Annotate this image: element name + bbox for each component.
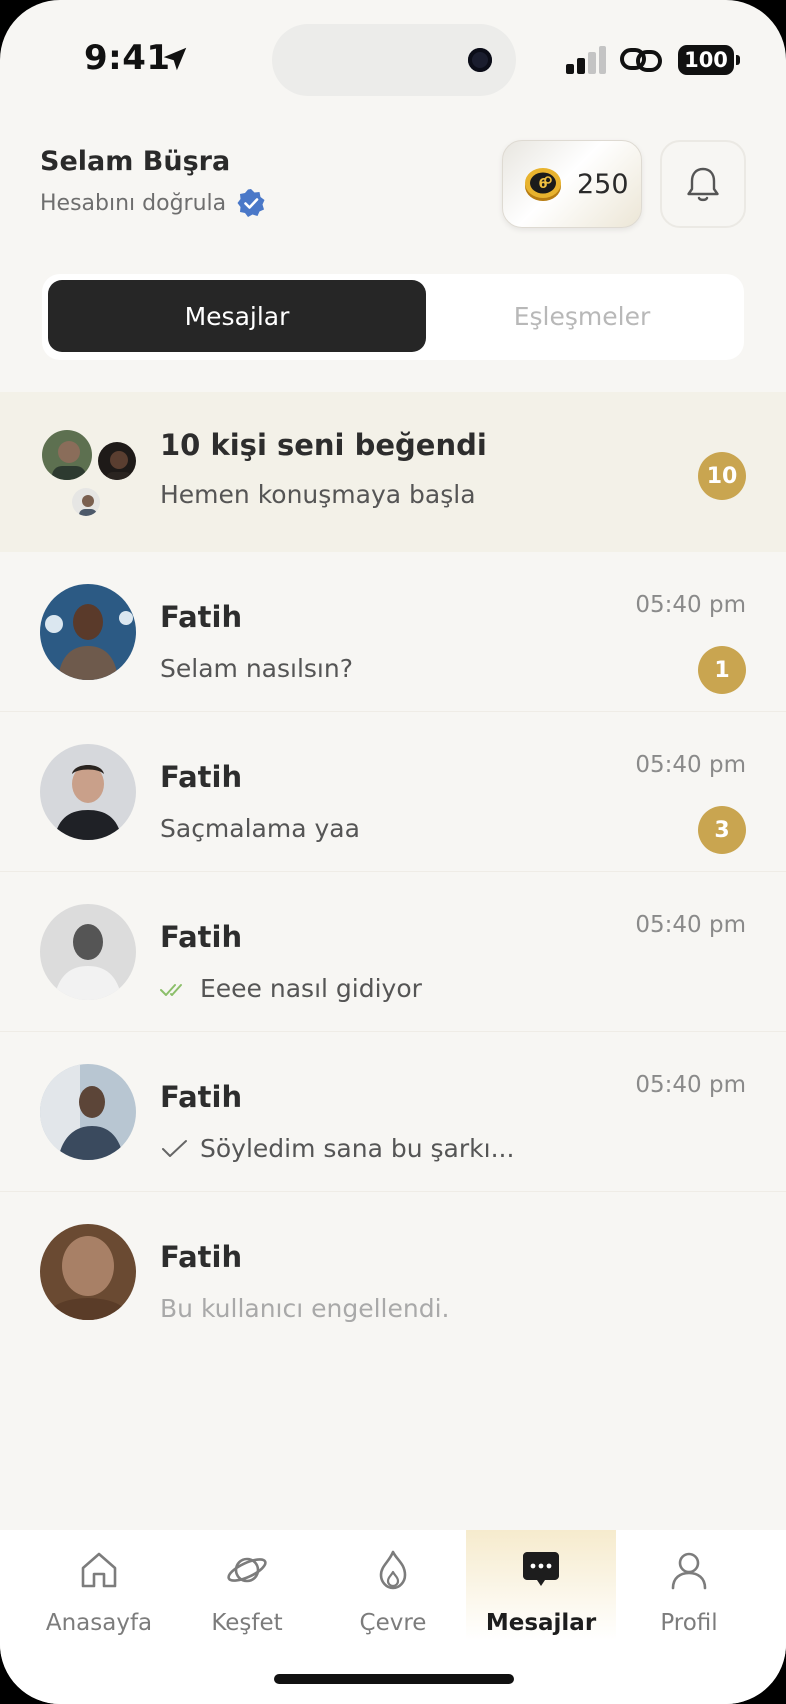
last-message: Eeee nasıl gidiyor: [200, 974, 422, 1003]
conversation-row[interactable]: Fatih Selam nasılsın? 05:40 pm 1: [0, 552, 786, 712]
last-message: Selam nasılsın?: [160, 654, 353, 683]
avatar: [96, 440, 138, 482]
likes-title: 10 kişi seni beğendi: [160, 428, 487, 462]
message-time: 05:40 pm: [635, 1072, 746, 1098]
link-icon: [620, 48, 662, 72]
dynamic-island: [272, 24, 516, 96]
coin-count: 250: [577, 168, 629, 200]
likes-subtitle: Hemen konuşmaya başla: [160, 480, 476, 509]
conversation-row[interactable]: Fatih Saçmalama yaa 05:40 pm 3: [0, 712, 786, 872]
chat-bubble-icon: [523, 1552, 559, 1586]
last-message: Söyledim sana bu şarkı...: [200, 1134, 515, 1163]
user-icon: [671, 1552, 707, 1590]
notifications-button[interactable]: [660, 140, 746, 228]
message-time: 05:40 pm: [635, 912, 746, 938]
unread-badge: 1: [698, 646, 746, 694]
message-time: 05:40 pm: [635, 592, 746, 618]
avatar: [40, 428, 94, 482]
coin-balance-button[interactable]: 6 250: [502, 140, 642, 228]
liker-avatar-stack: [40, 428, 140, 518]
avatar: [70, 486, 102, 518]
flame-icon: [379, 1550, 407, 1590]
tab-messages[interactable]: Mesajlar: [48, 280, 426, 352]
nav-profile[interactable]: Profil: [614, 1530, 764, 1660]
nav-explore[interactable]: Keşfet: [172, 1530, 322, 1660]
camera-icon: [468, 48, 492, 72]
last-message: Saçmalama yaa: [160, 814, 360, 843]
segmented-tabs: Mesajlar Eşleşmeler: [42, 274, 744, 360]
check-icon: [162, 1139, 187, 1157]
home-indicator[interactable]: [274, 1674, 514, 1684]
likes-summary-row[interactable]: 10 kişi seni beğendi Hemen konuşmaya baş…: [0, 392, 786, 552]
location-arrow-icon: [163, 47, 187, 71]
status-bar: 9:41 100: [0, 0, 786, 120]
contact-name: Fatih: [160, 760, 243, 794]
verified-badge-icon: [237, 189, 265, 217]
greeting-title: Selam Büşra: [40, 146, 231, 177]
message-time: 05:40 pm: [635, 752, 746, 778]
phone-screen: 9:41 100 Selam Büşra Hesabını doğrula 6 …: [0, 0, 786, 1704]
contact-name: Fatih: [160, 1080, 243, 1114]
conversation-row[interactable]: Fatih Söyledim sana bu şarkı... 05:40 pm: [0, 1032, 786, 1192]
tab-matches[interactable]: Eşleşmeler: [426, 280, 738, 352]
avatar: [40, 584, 136, 680]
bell-icon: [687, 167, 719, 202]
verify-account-link[interactable]: Hesabını doğrula: [40, 188, 266, 218]
verify-account-label: Hesabını doğrula: [40, 190, 227, 216]
conversation-row[interactable]: Fatih Eeee nasıl gidiyor 05:40 pm: [0, 872, 786, 1032]
nav-profile-label: Profil: [660, 1610, 718, 1636]
nav-explore-label: Keşfet: [211, 1610, 283, 1636]
contact-name: Fatih: [160, 1240, 243, 1274]
likes-count-badge: 10: [698, 452, 746, 500]
double-check-icon: [160, 983, 182, 996]
signal-icon: [566, 46, 606, 74]
contact-name: Fatih: [160, 600, 243, 634]
battery-indicator: 100: [678, 45, 740, 75]
last-message-row: Eeee nasıl gidiyor: [160, 974, 422, 1003]
nav-home-label: Anasayfa: [45, 1610, 153, 1636]
conversation-row[interactable]: Fatih Bu kullanıcı engellendi.: [0, 1192, 786, 1352]
planet-icon: [227, 1557, 267, 1583]
nav-messages[interactable]: Mesajlar: [466, 1530, 616, 1660]
nav-home[interactable]: Anasayfa: [24, 1530, 174, 1660]
contact-name: Fatih: [160, 920, 243, 954]
nav-around-label: Çevre: [359, 1610, 427, 1636]
avatar: [40, 904, 136, 1000]
avatar: [40, 1224, 136, 1320]
nav-around[interactable]: Çevre: [318, 1530, 468, 1660]
avatar: [40, 744, 136, 840]
nav-messages-label: Mesajlar: [485, 1610, 597, 1636]
status-time: 9:41: [84, 38, 171, 78]
svg-text:6: 6: [538, 177, 547, 192]
unread-badge: 3: [698, 806, 746, 854]
last-message-row: Söyledim sana bu şarkı...: [160, 1134, 514, 1163]
home-icon: [81, 1552, 117, 1588]
coin-icon: 6: [525, 168, 561, 201]
avatar: [40, 1064, 136, 1160]
blocked-notice: Bu kullanıcı engellendi.: [160, 1294, 450, 1323]
